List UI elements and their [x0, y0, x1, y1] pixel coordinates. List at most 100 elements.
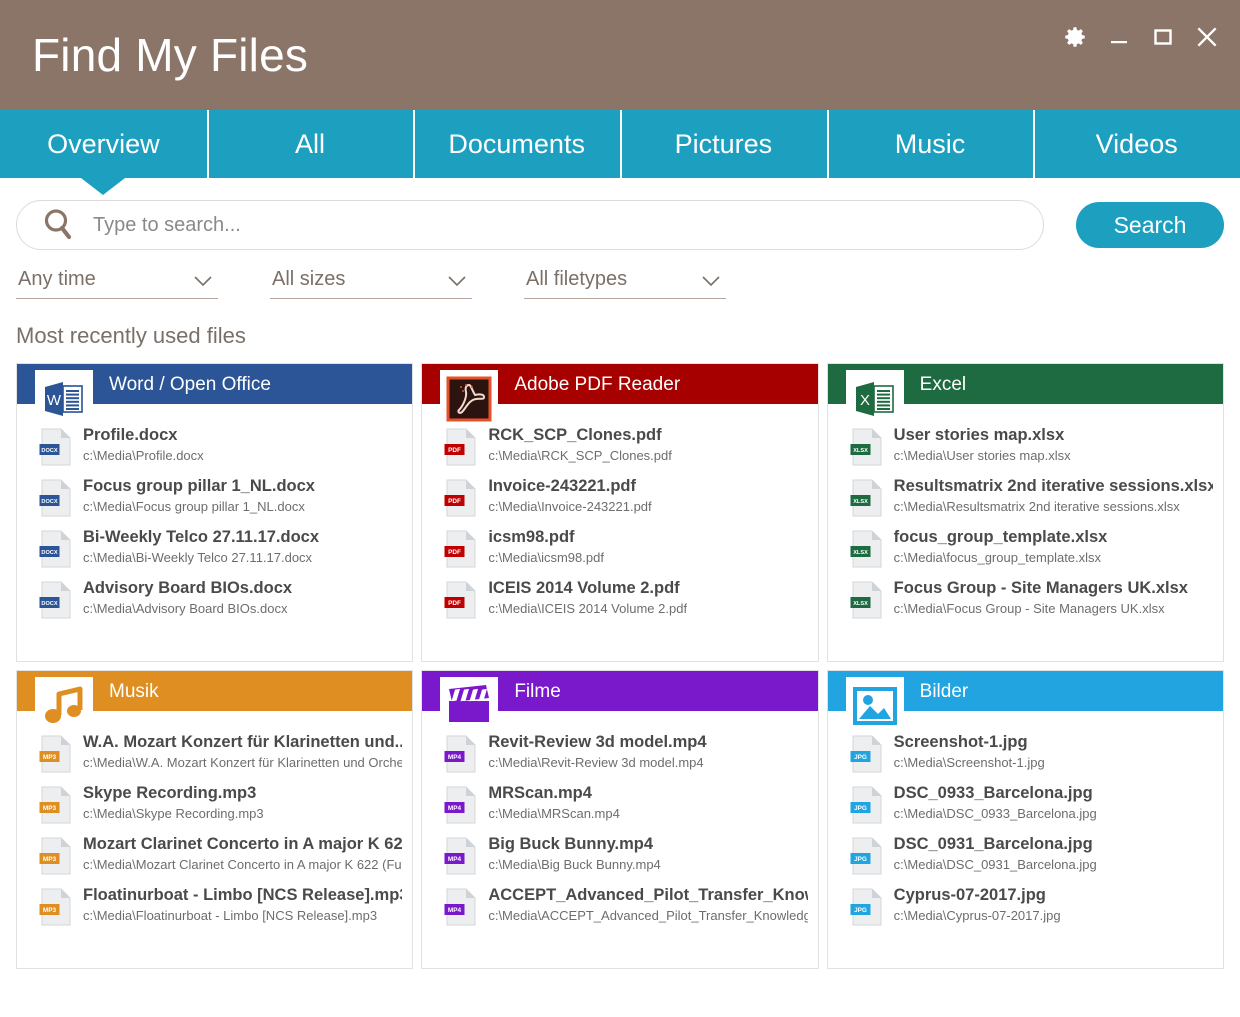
file-row[interactable]: MP4 Revit-Review 3d model.mp4 c:\Media\R… [422, 733, 817, 784]
svg-text:JPG: JPG [854, 907, 867, 914]
file-row[interactable]: DOCX Profile.docx c:\Media\Profile.docx [17, 426, 412, 477]
file-type-icon: PDF [444, 580, 478, 620]
file-row[interactable]: MP4 ACCEPT_Advanced_Pilot_Transfer_Knowl… [422, 886, 817, 937]
file-row[interactable]: PDF icsm98.pdf c:\Media\icsm98.pdf [422, 528, 817, 579]
tab-overview[interactable]: Overview [0, 110, 207, 178]
file-category-card[interactable]: Word / Open Office W DOCX Profile.docx c… [16, 363, 413, 662]
file-row[interactable]: MP3 Mozart Clarinet Concerto in A major … [17, 835, 412, 886]
file-name: DSC_0931_Barcelona.jpg [894, 835, 1097, 855]
file-row[interactable]: JPG DSC_0933_Barcelona.jpg c:\Media\DSC_… [828, 784, 1223, 835]
svg-text:MP4: MP4 [448, 805, 462, 812]
file-name: Advisory Board BIOs.docx [83, 579, 292, 599]
file-name: Revit-Review 3d model.mp4 [488, 733, 706, 753]
svg-text:XLSX: XLSX [853, 448, 868, 454]
word-icon: W [35, 370, 93, 428]
file-path: c:\Media\DSC_0933_Barcelona.jpg [894, 806, 1097, 822]
card-title: Musik [109, 682, 159, 701]
file-row[interactable]: MP4 Big Buck Bunny.mp4 c:\Media\Big Buck… [422, 835, 817, 886]
file-path: c:\Media\Screenshot-1.jpg [894, 755, 1045, 771]
tab-label: Overview [47, 129, 160, 160]
file-row[interactable]: XLSX User stories map.xlsx c:\Media\User… [828, 426, 1223, 477]
file-type-icon: DOCX [39, 427, 73, 467]
file-list: MP4 Revit-Review 3d model.mp4 c:\Media\R… [422, 711, 817, 937]
file-path: c:\Media\Big Buck Bunny.mp4 [488, 857, 660, 873]
file-category-card[interactable]: Bilder JPG Screenshot-1.jpg c:\Media\Scr… [827, 670, 1224, 969]
file-row[interactable]: MP3 Floatinurboat - Limbo [NCS Release].… [17, 886, 412, 937]
file-name: DSC_0933_Barcelona.jpg [894, 784, 1097, 804]
file-row[interactable]: PDF Invoice-243221.pdf c:\Media\Invoice-… [422, 477, 817, 528]
file-path: c:\Media\ICEIS 2014 Volume 2.pdf [488, 601, 687, 617]
search-box[interactable] [16, 200, 1044, 250]
search-input[interactable] [79, 214, 1043, 237]
file-name: icsm98.pdf [488, 528, 604, 548]
tab-videos[interactable]: Videos [1033, 110, 1240, 178]
file-row[interactable]: XLSX Focus Group - Site Managers UK.xlsx… [828, 579, 1223, 630]
file-type-icon: DOCX [39, 478, 73, 518]
file-name: Focus Group - Site Managers UK.xlsx [894, 579, 1188, 599]
svg-text:XLSX: XLSX [853, 601, 868, 607]
maximize-icon[interactable] [1148, 22, 1178, 52]
svg-text:MP3: MP3 [43, 805, 57, 812]
svg-text:MP4: MP4 [448, 907, 462, 914]
file-row[interactable]: MP4 MRScan.mp4 c:\Media\MRScan.mp4 [422, 784, 817, 835]
file-name: Cyprus-07-2017.jpg [894, 886, 1061, 906]
file-category-card[interactable]: Excel X XLSX User stories map.xlsx c:\Me… [827, 363, 1224, 662]
tab-label: All [295, 129, 325, 160]
file-row[interactable]: MP3 W.A. Mozart Konzert für Klarinetten … [17, 733, 412, 784]
tab-label: Documents [448, 129, 585, 160]
file-type-icon: PDF [444, 478, 478, 518]
file-row[interactable]: DOCX Bi-Weekly Telco 27.11.17.docx c:\Me… [17, 528, 412, 579]
file-path: c:\Media\Invoice-243221.pdf [488, 499, 651, 515]
file-category-card[interactable]: Filme MP4 Revit-Review 3d model.mp4 c:\M… [421, 670, 818, 969]
tab-pictures[interactable]: Pictures [620, 110, 827, 178]
file-path: c:\Media\Advisory Board BIOs.docx [83, 601, 292, 617]
file-row[interactable]: JPG DSC_0931_Barcelona.jpg c:\Media\DSC_… [828, 835, 1223, 886]
file-category-card[interactable]: Adobe PDF Reader PDF RCK_SCP_Clones.pdf … [421, 363, 818, 662]
tab-documents[interactable]: Documents [413, 110, 620, 178]
file-type-icon: MP3 [39, 734, 73, 774]
file-row[interactable]: XLSX focus_group_template.xlsx c:\Media\… [828, 528, 1223, 579]
svg-text:MP3: MP3 [43, 907, 57, 914]
time-filter-dropdown[interactable]: Any time [16, 268, 218, 299]
file-row[interactable]: DOCX Advisory Board BIOs.docx c:\Media\A… [17, 579, 412, 630]
file-type-icon: PDF [444, 529, 478, 569]
file-list: MP3 W.A. Mozart Konzert für Klarinetten … [17, 711, 412, 937]
svg-text:MP4: MP4 [448, 754, 462, 761]
file-path: c:\Media\RCK_SCP_Clones.pdf [488, 448, 672, 464]
file-row[interactable]: JPG Cyprus-07-2017.jpg c:\Media\Cyprus-0… [828, 886, 1223, 937]
file-row[interactable]: MP3 Skype Recording.mp3 c:\Media\Skype R… [17, 784, 412, 835]
file-type-icon: PDF [444, 427, 478, 467]
clapperboard-icon [440, 677, 498, 735]
tab-all[interactable]: All [207, 110, 414, 178]
file-row[interactable]: PDF RCK_SCP_Clones.pdf c:\Media\RCK_SCP_… [422, 426, 817, 477]
file-name: Bi-Weekly Telco 27.11.17.docx [83, 528, 319, 548]
file-row[interactable]: PDF ICEIS 2014 Volume 2.pdf c:\Media\ICE… [422, 579, 817, 630]
search-button[interactable]: Search [1076, 202, 1224, 248]
card-title: Filme [514, 682, 560, 701]
file-path: c:\Media\icsm98.pdf [488, 550, 604, 566]
file-type-icon: XLSX [850, 529, 884, 569]
search-area: Search [0, 178, 1240, 250]
file-list: PDF RCK_SCP_Clones.pdf c:\Media\RCK_SCP_… [422, 404, 817, 630]
picture-icon [846, 677, 904, 735]
card-title: Bilder [920, 682, 969, 701]
file-category-card[interactable]: Musik MP3 W.A. Mozart Konzert für Klarin… [16, 670, 413, 969]
svg-text:MP4: MP4 [448, 856, 462, 863]
svg-text:JPG: JPG [854, 805, 867, 812]
tab-music[interactable]: Music [827, 110, 1034, 178]
filetype-filter-value: All filetypes [526, 268, 627, 291]
minimize-icon[interactable] [1104, 22, 1134, 52]
section-title: Most recently used files [0, 299, 1240, 349]
file-type-icon: XLSX [850, 427, 884, 467]
close-icon[interactable] [1192, 22, 1222, 52]
file-row[interactable]: DOCX Focus group pillar 1_NL.docx c:\Med… [17, 477, 412, 528]
filetype-filter-dropdown[interactable]: All filetypes [524, 268, 726, 299]
size-filter-dropdown[interactable]: All sizes [270, 268, 472, 299]
settings-gear-icon[interactable] [1060, 22, 1090, 52]
file-row[interactable]: XLSX Resultsmatrix 2nd iterative session… [828, 477, 1223, 528]
file-row[interactable]: JPG Screenshot-1.jpg c:\Media\Screenshot… [828, 733, 1223, 784]
file-path: c:\Media\Focus group pillar 1_NL.docx [83, 499, 315, 515]
size-filter-value: All sizes [272, 268, 345, 291]
svg-text:DOCX: DOCX [41, 550, 57, 556]
active-tab-indicator [81, 178, 125, 195]
